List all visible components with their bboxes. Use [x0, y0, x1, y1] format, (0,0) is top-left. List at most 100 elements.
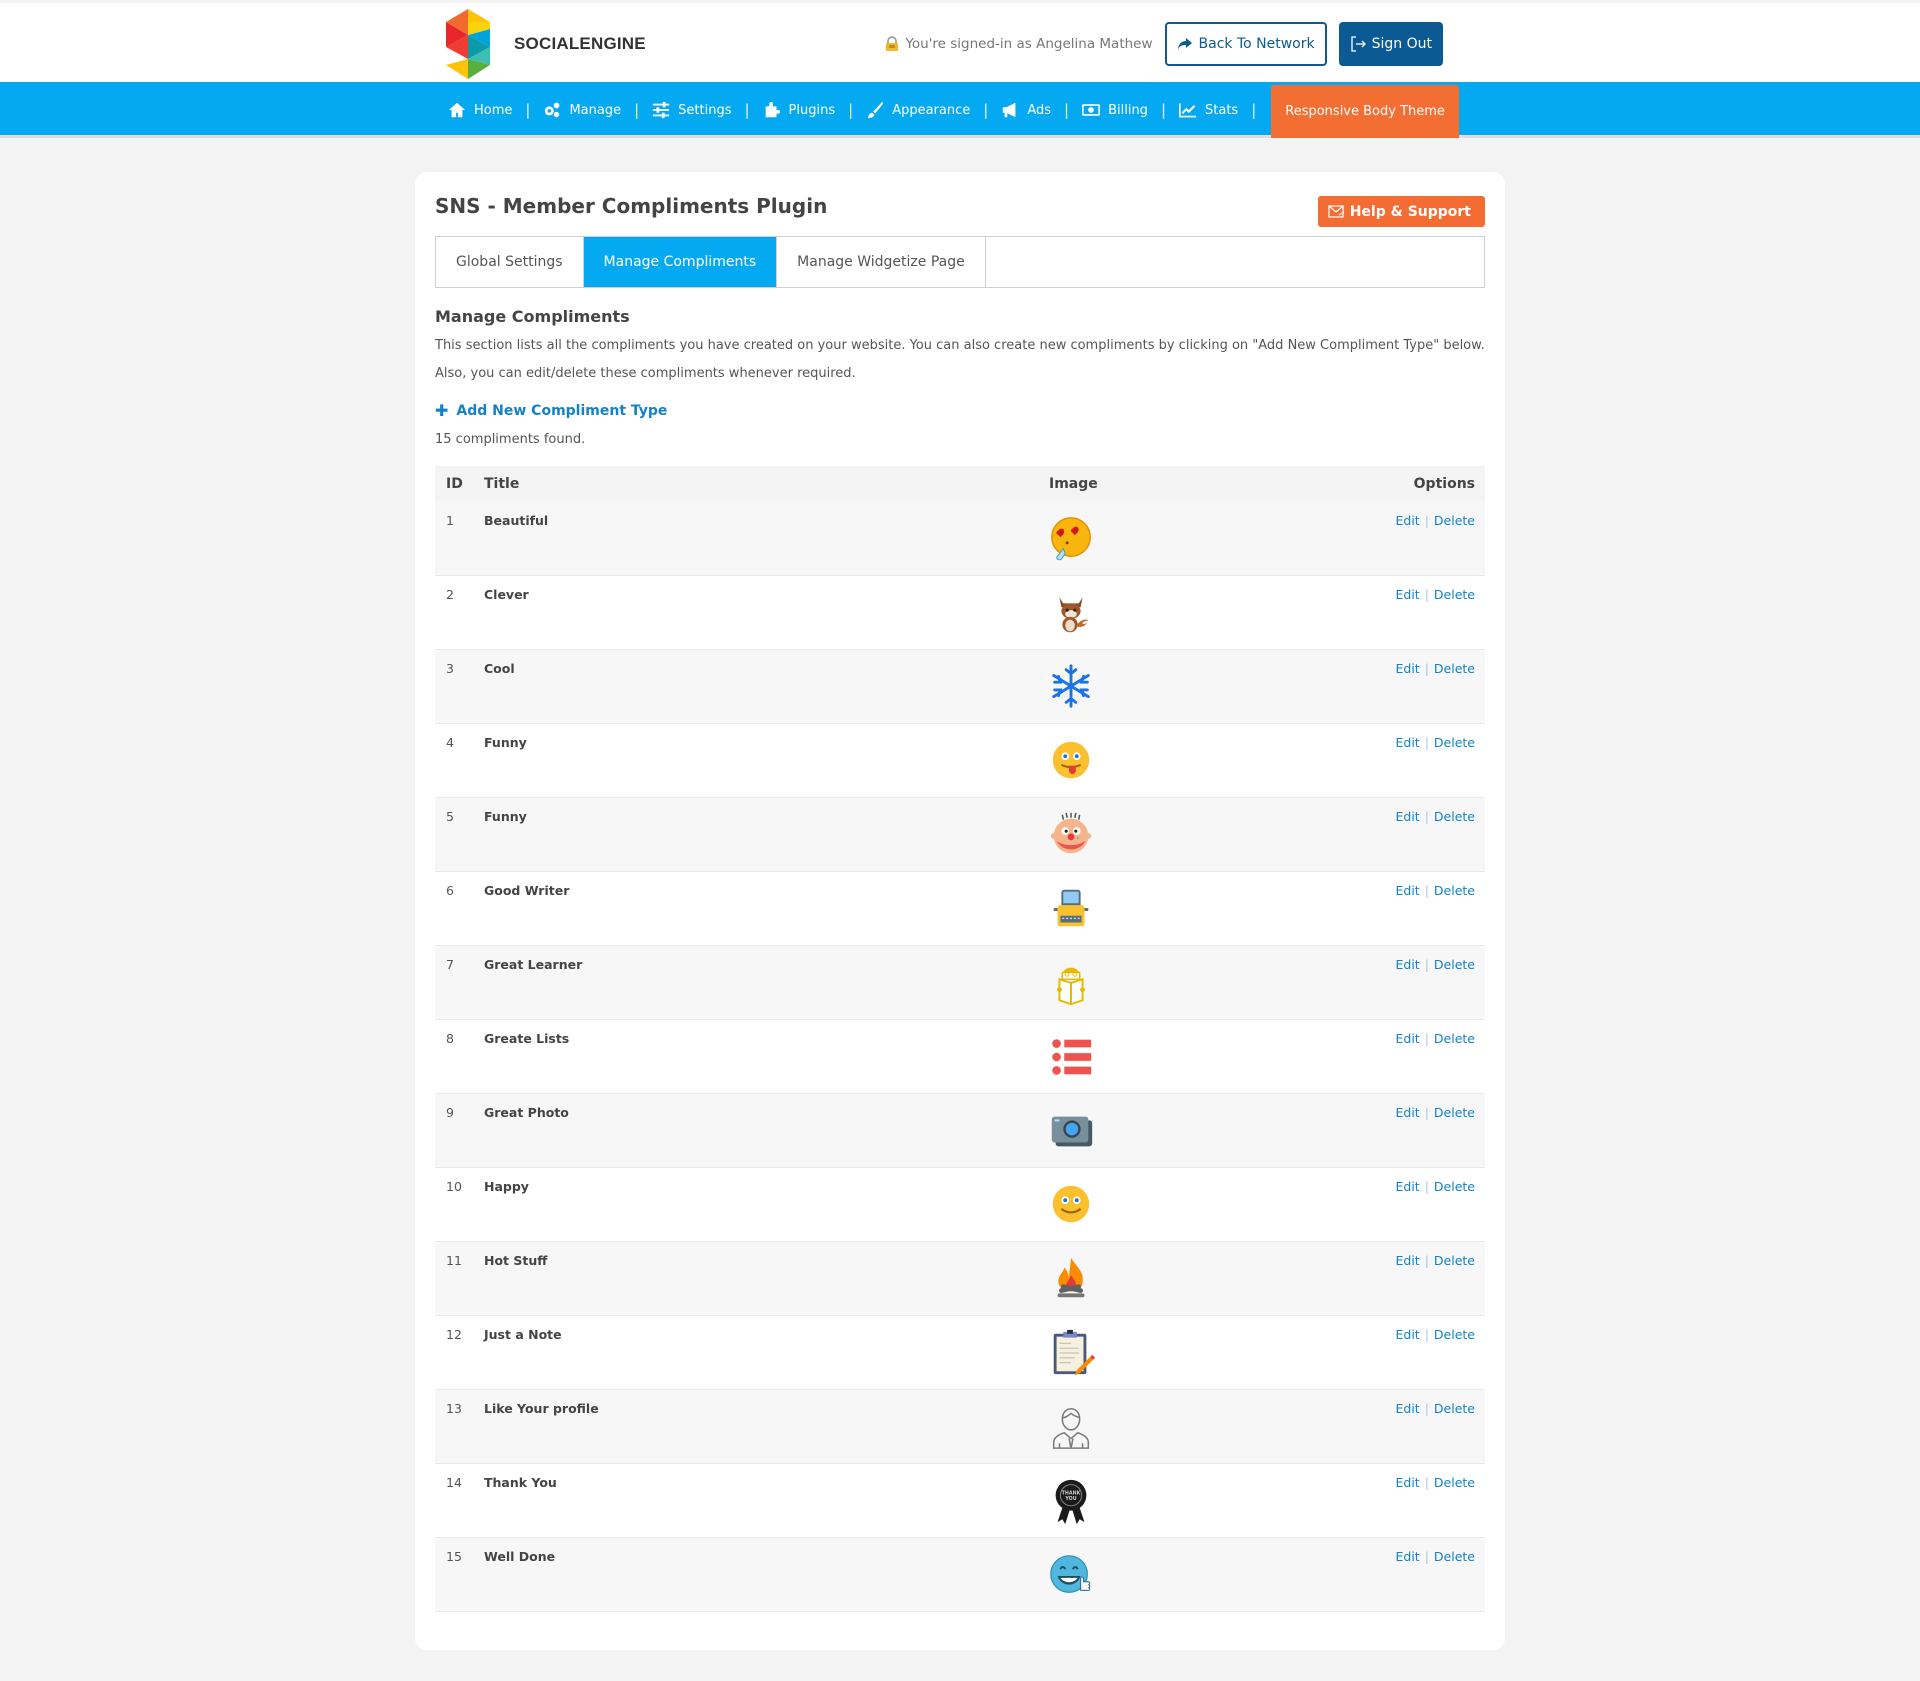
row-options: Edit | Delete	[1249, 1094, 1485, 1120]
row-id: 4	[446, 735, 454, 750]
options-separator: |	[1424, 1253, 1429, 1268]
row-options: Edit | Delete	[1249, 1168, 1485, 1194]
tab-bar: Global Settings Manage Compliments Manag…	[435, 236, 1485, 288]
delete-link[interactable]: Delete	[1434, 587, 1475, 602]
row-options: Edit | Delete	[1249, 1242, 1485, 1268]
edit-link[interactable]: Edit	[1395, 1549, 1419, 1564]
nav-label: Settings	[678, 102, 732, 118]
row-id: 2	[446, 587, 454, 602]
edit-link[interactable]: Edit	[1395, 1475, 1419, 1490]
love-eyes-emoji-icon	[1051, 517, 1091, 561]
delete-link[interactable]: Delete	[1434, 1401, 1475, 1416]
user-profile-icon	[1052, 1407, 1090, 1449]
tab-manage-compliments[interactable]: Manage Compliments	[583, 237, 778, 287]
nav-separator: |	[1160, 101, 1166, 119]
row-id: 9	[446, 1105, 454, 1120]
edit-link[interactable]: Edit	[1395, 1179, 1419, 1194]
row-image	[1049, 502, 1249, 565]
delete-link[interactable]: Delete	[1434, 1105, 1475, 1120]
add-new-compliment-link[interactable]: ✚ Add New Compliment Type	[435, 401, 667, 420]
edit-link[interactable]: Edit	[1395, 1031, 1419, 1046]
edit-link[interactable]: Edit	[1395, 1105, 1419, 1120]
sliders-icon	[653, 101, 670, 119]
nav-item-home[interactable]: Home	[448, 82, 512, 138]
thank-you-badge-icon: THANKYOU	[1055, 1479, 1087, 1525]
delete-link[interactable]: Delete	[1434, 957, 1475, 972]
row-id: 15	[446, 1549, 462, 1564]
edit-link[interactable]: Edit	[1395, 513, 1419, 528]
row-options: Edit | Delete	[1249, 798, 1485, 824]
sign-out-button[interactable]: Sign Out	[1338, 22, 1443, 66]
nav-item-ads[interactable]: Ads	[1001, 82, 1051, 138]
tab-global-settings[interactable]: Global Settings	[436, 237, 584, 287]
edit-link[interactable]: Edit	[1395, 661, 1419, 676]
options-separator: |	[1424, 1401, 1429, 1416]
edit-link[interactable]: Edit	[1395, 1327, 1419, 1342]
user-bar: You're signed-in as Angelina Mathew Back…	[885, 22, 1443, 66]
nav-item-plugins[interactable]: Plugins	[763, 82, 835, 138]
back-to-network-button[interactable]: Back To Network	[1164, 22, 1327, 66]
delete-link[interactable]: Delete	[1434, 1179, 1475, 1194]
row-image	[1049, 724, 1249, 787]
header-id: ID	[446, 476, 463, 492]
delete-link[interactable]: Delete	[1434, 1549, 1475, 1564]
table-body: 1 Beautiful Edit | Delete 2 Clever Edit | Delete 3…	[435, 502, 1485, 1612]
delete-link[interactable]: Delete	[1434, 661, 1475, 676]
nav-item-manage[interactable]: Manage	[543, 82, 621, 138]
table-row: 13 Like Your profile Edit | Delete	[435, 1390, 1485, 1464]
edit-link[interactable]: Edit	[1395, 809, 1419, 824]
row-id: 7	[446, 957, 454, 972]
clipboard-icon	[1053, 1329, 1096, 1376]
row-title: Like Your profile	[484, 1401, 599, 1416]
nav-item-billing[interactable]: Billing	[1082, 82, 1148, 138]
table-row: 5 Funny Edit | Delete	[435, 798, 1485, 872]
row-image	[1049, 946, 1249, 1009]
row-title: Just a Note	[484, 1327, 562, 1342]
nav-label: Home	[474, 102, 513, 118]
delete-link[interactable]: Delete	[1434, 883, 1475, 898]
nav-label: Billing	[1108, 102, 1148, 118]
logo[interactable]: SOCIALENGINE	[436, 7, 646, 81]
row-options: Edit | Delete	[1249, 1390, 1485, 1416]
nav-item-appearance[interactable]: Appearance	[866, 82, 970, 138]
nav-item-settings[interactable]: Settings	[652, 82, 731, 138]
row-title: Cool	[484, 661, 515, 676]
nav-item-responsive-body-theme[interactable]: Responsive Body Theme	[1271, 85, 1459, 138]
delete-link[interactable]: Delete	[1434, 1031, 1475, 1046]
delete-link[interactable]: Delete	[1434, 513, 1475, 528]
row-options: Edit | Delete	[1249, 872, 1485, 898]
table-row: 3 Cool Edit | Delete	[435, 650, 1485, 724]
money-icon	[1082, 104, 1101, 116]
row-options: Edit | Delete	[1249, 650, 1485, 676]
edit-link[interactable]: Edit	[1395, 1401, 1419, 1416]
typewriter-icon	[1053, 889, 1089, 927]
table-row: 8 Greate Lists Edit | Delete	[435, 1020, 1485, 1094]
delete-link[interactable]: Delete	[1434, 1327, 1475, 1342]
help-support-button[interactable]: Help & Support	[1317, 196, 1485, 227]
delete-link[interactable]: Delete	[1434, 1253, 1475, 1268]
delete-link[interactable]: Delete	[1434, 1475, 1475, 1490]
row-image	[1049, 798, 1249, 861]
row-image: THANK YOU	[1049, 1464, 1249, 1527]
smile-emoji-icon	[1052, 1185, 1090, 1223]
nav-item-stats[interactable]: Stats	[1179, 82, 1238, 138]
clown-icon	[1050, 812, 1092, 854]
edit-link[interactable]: Edit	[1395, 883, 1419, 898]
edit-link[interactable]: Edit	[1395, 587, 1419, 602]
edit-link[interactable]: Edit	[1395, 735, 1419, 750]
plus-icon: ✚	[435, 401, 449, 420]
options-separator: |	[1424, 1327, 1429, 1342]
edit-link[interactable]: Edit	[1395, 1253, 1419, 1268]
edit-link[interactable]: Edit	[1395, 957, 1419, 972]
header-image: Image	[1049, 476, 1098, 492]
delete-link[interactable]: Delete	[1434, 809, 1475, 824]
tab-manage-widgetize-page[interactable]: Manage Widgetize Page	[777, 237, 986, 287]
delete-link[interactable]: Delete	[1434, 735, 1475, 750]
row-image	[1049, 1094, 1249, 1157]
tongue-emoji-icon	[1052, 741, 1090, 779]
table-row: 1 Beautiful Edit | Delete	[435, 502, 1485, 576]
header-options: Options	[1413, 476, 1475, 492]
reader-icon	[1057, 967, 1085, 1006]
options-separator: |	[1424, 513, 1429, 528]
results-count: 15 compliments found.	[435, 432, 586, 447]
